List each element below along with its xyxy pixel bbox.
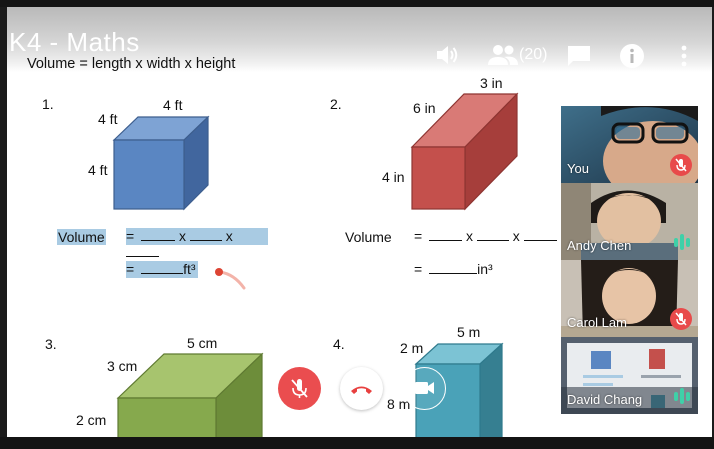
problem-4-dim-top: 5 m bbox=[457, 324, 481, 340]
problem-2-times-2: x bbox=[512, 228, 520, 244]
problem-2-blank-answer[interactable] bbox=[429, 273, 478, 274]
problem-2-volume-label: Volume bbox=[345, 229, 392, 245]
problem-1-equals: = bbox=[126, 228, 135, 244]
problem-1-blank-height[interactable] bbox=[126, 256, 159, 257]
participant-name-carol-lam: Carol Lam bbox=[567, 315, 627, 330]
window-bottom-border bbox=[0, 437, 714, 449]
participant-name-david-chang: David Chang bbox=[567, 392, 643, 407]
problem-2-volume-equation: = x x bbox=[414, 228, 559, 245]
problem-1-times-2: x bbox=[225, 228, 233, 244]
camera-button[interactable] bbox=[403, 367, 446, 410]
more-vert-icon[interactable] bbox=[680, 44, 688, 68]
mic-off-icon bbox=[670, 154, 692, 176]
problem-2-dim-side: 4 in bbox=[382, 169, 405, 185]
participant-name-andy-chen: Andy Chen bbox=[567, 238, 632, 253]
problem-1-volume-equation: = x x bbox=[126, 228, 268, 257]
problem-2-blank-height[interactable] bbox=[523, 240, 557, 241]
blue-cube bbox=[112, 115, 210, 211]
speaker-icon[interactable] bbox=[436, 44, 460, 66]
problem-2-answer: = in³ bbox=[414, 261, 494, 278]
problem-3-number: 3. bbox=[45, 336, 57, 352]
speaking-indicator-icon bbox=[674, 234, 690, 250]
end-call-button[interactable] bbox=[340, 367, 383, 410]
speaking-indicator-icon bbox=[674, 388, 690, 404]
hang-up-icon bbox=[351, 386, 372, 394]
problem-2-number: 2. bbox=[330, 96, 342, 112]
participant-tile-you[interactable]: You bbox=[561, 106, 698, 183]
problem-2-blank-width[interactable] bbox=[476, 240, 509, 241]
problem-2-dim-top: 3 in bbox=[480, 75, 503, 91]
problem-1-volume-label: Volume bbox=[57, 229, 106, 245]
window-top-border bbox=[0, 0, 714, 7]
meeting-title: K4 - Maths bbox=[9, 27, 140, 57]
pen-cursor-trail bbox=[215, 268, 246, 290]
problem-1-times-1: x bbox=[178, 228, 186, 244]
participant-name-you: You bbox=[567, 161, 589, 176]
participant-count[interactable]: (20) bbox=[519, 46, 547, 64]
green-cuboid bbox=[116, 352, 264, 438]
problem-2-equals: = bbox=[414, 228, 423, 244]
mic-off-icon bbox=[670, 308, 692, 330]
mute-microphone-button[interactable] bbox=[278, 367, 321, 410]
people-icon[interactable] bbox=[487, 44, 519, 66]
problem-1-blank-width[interactable] bbox=[189, 240, 222, 241]
red-cuboid bbox=[410, 92, 519, 211]
participant-tile-david-chang[interactable]: David Chang bbox=[561, 337, 698, 414]
video-camera-icon bbox=[415, 382, 434, 394]
chat-icon[interactable] bbox=[566, 44, 592, 68]
problem-1-number: 1. bbox=[42, 96, 54, 112]
problem-3-dim-top: 5 cm bbox=[187, 335, 218, 351]
problem-4-number: 4. bbox=[333, 336, 345, 352]
problem-1-equals-2: = bbox=[126, 261, 135, 277]
problem-1-dim-side: 4 ft bbox=[88, 162, 108, 178]
problem-1-unit: ft³ bbox=[183, 261, 196, 277]
problem-2-equals-2: = bbox=[414, 261, 423, 277]
problem-1-blank-answer[interactable] bbox=[141, 273, 184, 274]
problem-3-dim-side: 2 cm bbox=[76, 412, 107, 428]
mic-off-icon bbox=[291, 379, 308, 398]
participant-tile-carol-lam[interactable]: Carol Lam bbox=[561, 260, 698, 337]
slide-formula: Volume = length x width x height bbox=[27, 56, 236, 72]
participant-strip: You Andy Chen Carol Lam David Chang bbox=[561, 106, 698, 414]
problem-1-answer: = ft³ bbox=[126, 261, 198, 278]
problem-1-dim-top: 4 ft bbox=[163, 97, 183, 113]
info-icon[interactable] bbox=[619, 43, 645, 69]
problem-2-unit: in³ bbox=[477, 261, 493, 277]
participant-tile-andy-chen[interactable]: Andy Chen bbox=[561, 183, 698, 260]
problem-2-blank-length[interactable] bbox=[429, 240, 463, 241]
problem-2-times-1: x bbox=[465, 228, 473, 244]
problem-1-blank-length[interactable] bbox=[141, 240, 176, 241]
